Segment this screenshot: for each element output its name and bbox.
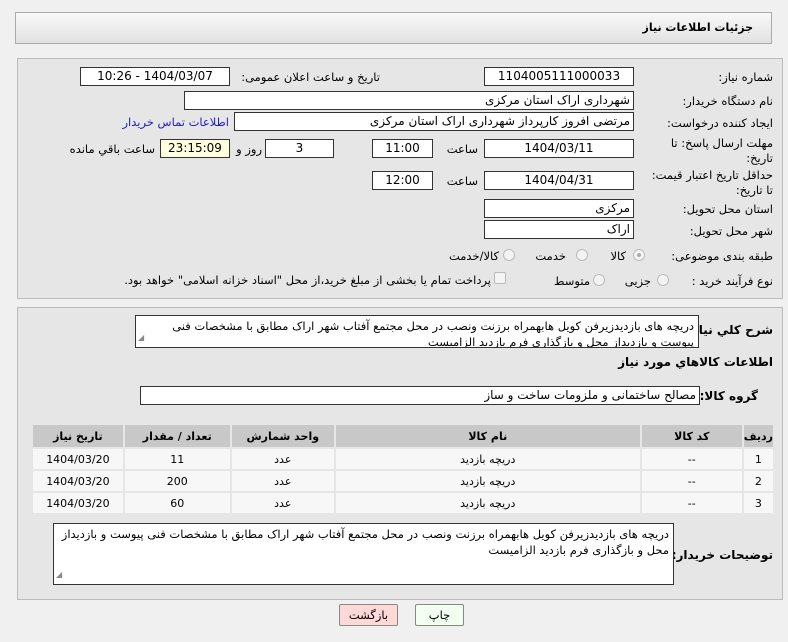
goods-info-title: اطلاعات كالاهاي مورد نياز — [618, 355, 773, 369]
cell-qty: 11 — [124, 449, 230, 469]
goods-group-field: مصالح ساختمانی و ملزومات ساخت و ساز — [140, 386, 700, 405]
back-button[interactable]: بازگشت — [339, 604, 398, 626]
category-both-label: کالا/خدمت — [448, 249, 499, 263]
buyer-org-field: شهرداری اراک استان مرکزی — [184, 91, 634, 110]
cell-qty: 60 — [124, 493, 230, 513]
col-qty: تعداد / مقدار — [124, 425, 230, 447]
table-header-row: ردیف کد کالا نام کالا واحد شمارش تعداد /… — [33, 425, 773, 447]
cell-row: 1 — [743, 449, 773, 469]
announce-label: تاریخ و ساعت اعلان عمومی: — [241, 70, 380, 84]
process-medium-radio[interactable] — [593, 274, 605, 286]
cell-date: 1404/03/20 — [33, 493, 123, 513]
buyer-contact-link[interactable]: اطلاعات تماس خریدار — [122, 115, 229, 129]
deadline-time-field: 11:00 — [372, 139, 433, 158]
col-unit: واحد شمارش — [231, 425, 334, 447]
goods-table: ردیف کد کالا نام کالا واحد شمارش تعداد /… — [31, 423, 775, 515]
treasury-payment-checkbox[interactable] — [494, 272, 506, 284]
cell-row: 2 — [743, 471, 773, 491]
process-minor-radio[interactable] — [657, 274, 669, 286]
cell-unit: عدد — [231, 449, 334, 469]
deadline-time-label: ساعت — [446, 142, 478, 156]
col-name: نام کالا — [335, 425, 640, 447]
cell-code: -- — [641, 493, 742, 513]
province-label: استان محل تحویل: — [682, 202, 773, 216]
description-text: دریچه های بازدیدزیرفن کویل هابهمراه برزن… — [172, 319, 694, 348]
validity-time-label: ساعت — [446, 174, 478, 188]
page-title: جزئیات اطلاعات نیاز — [642, 21, 754, 34]
deadline-label: مهلت ارسال پاسخ: تا تاریخ: — [670, 136, 773, 165]
category-label: طبقه بندی موضوعی: — [671, 249, 773, 263]
cell-date: 1404/03/20 — [33, 449, 123, 469]
remaining-time-field: 23:15:09 — [160, 139, 230, 158]
deadline-date-field: 1404/03/11 — [484, 139, 634, 158]
cell-date: 1404/03/20 — [33, 471, 123, 491]
city-label: شهر محل تحویل: — [689, 224, 773, 238]
cell-row: 3 — [743, 493, 773, 513]
validity-date-field: 1404/04/31 — [484, 171, 634, 190]
category-service-radio[interactable] — [576, 249, 588, 261]
description-label: شرح کلي نياز: — [687, 323, 773, 337]
validity-label: حداقل تاریخ اعتبار قیمت: تا تاریخ: — [651, 168, 773, 197]
table-row: 2 -- دریچه بازدید عدد 200 1404/03/20 — [33, 471, 773, 491]
table-row: 3 -- دریچه بازدید عدد 60 1404/03/20 — [33, 493, 773, 513]
process-label: نوع فرآیند خرید : — [691, 274, 773, 288]
page-header: جزئیات اطلاعات نیاز — [15, 12, 772, 44]
buyer-notes-label: توضیحات خریدار: — [671, 548, 773, 562]
need-number-field: 1104005111000033 — [484, 67, 634, 86]
announce-field: 1404/03/07 - 10:26 — [80, 67, 230, 86]
buyer-notes-text: دریچه های بازدیدزیرفن کویل هابهمراه برزن… — [61, 527, 669, 557]
goods-group-label: گروه کالا: — [699, 389, 758, 403]
category-both-radio[interactable] — [503, 249, 515, 261]
creator-field: مرتضی افروز کارپرداز شهرداری اراک استان … — [234, 112, 634, 131]
cell-qty: 200 — [124, 471, 230, 491]
description-textarea[interactable]: دریچه های بازدیدزیرفن کویل هابهمراه برزن… — [135, 315, 699, 348]
table-row: 1 -- دریچه بازدید عدد 11 1404/03/20 — [33, 449, 773, 469]
buyer-notes-textarea[interactable]: دریچه های بازدیدزیرفن کویل هابهمراه برزن… — [53, 523, 674, 585]
cell-unit: عدد — [231, 493, 334, 513]
process-medium-label: متوسط — [553, 274, 590, 288]
process-minor-label: جزیی — [624, 274, 651, 288]
city-field: اراک — [484, 220, 634, 239]
cell-name: دریچه بازدید — [335, 471, 640, 491]
treasury-payment-note: پرداخت تمام یا بخشی از مبلغ خرید،از محل … — [124, 273, 491, 287]
cell-name: دریچه بازدید — [335, 493, 640, 513]
print-button[interactable]: چاپ — [415, 604, 464, 626]
remaining-label: ساعت باقي مانده — [69, 142, 155, 156]
cell-code: -- — [641, 449, 742, 469]
creator-label: ایجاد کننده درخواست: — [667, 116, 773, 130]
days-remaining-field: 3 — [265, 139, 334, 158]
cell-unit: عدد — [231, 471, 334, 491]
validity-time-field: 12:00 — [372, 171, 433, 190]
category-goods-radio[interactable] — [633, 249, 645, 261]
cell-name: دریچه بازدید — [335, 449, 640, 469]
buyer-org-label: نام دستگاه خریدار: — [682, 94, 773, 108]
cell-code: -- — [641, 471, 742, 491]
days-label: روز و — [236, 142, 262, 156]
need-number-label: شماره نیاز: — [718, 70, 773, 84]
category-goods-label: کالا — [610, 249, 626, 263]
province-field: مرکزی — [484, 199, 634, 218]
category-service-label: خدمت — [535, 249, 566, 263]
col-code: کد کالا — [641, 425, 742, 447]
col-row: ردیف — [743, 425, 773, 447]
col-date: تاریخ نیاز — [33, 425, 123, 447]
